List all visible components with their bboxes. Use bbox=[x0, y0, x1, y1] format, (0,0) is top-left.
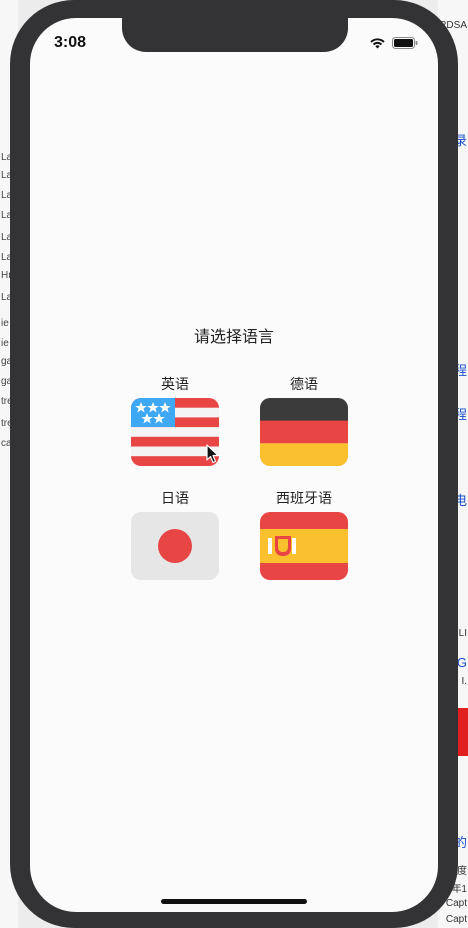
spain-flag-icon[interactable] bbox=[260, 512, 348, 580]
background-text: I. bbox=[461, 676, 467, 687]
background-text: ie bbox=[1, 338, 9, 349]
language-label-english: 英语 bbox=[161, 377, 189, 393]
background-text: ie bbox=[1, 318, 9, 329]
background-link: G bbox=[456, 655, 467, 670]
home-indicator[interactable] bbox=[161, 899, 307, 904]
background-text: Capt bbox=[445, 898, 467, 909]
status-time: 3:08 bbox=[54, 34, 87, 51]
notch bbox=[122, 18, 348, 52]
phone-frame: 3:08 请选择语言 英语 德语 日语 西班牙语 bbox=[10, 0, 458, 928]
language-label-japanese: 日语 bbox=[161, 491, 189, 507]
japan-flag-icon[interactable] bbox=[131, 512, 219, 580]
status-icons bbox=[369, 37, 418, 49]
language-label-german: 德语 bbox=[290, 377, 318, 393]
phone-screen: 3:08 请选择语言 英语 德语 日语 西班牙语 bbox=[30, 18, 438, 912]
page-title: 请选择语言 bbox=[193, 327, 274, 346]
background-text: Capt bbox=[445, 914, 467, 925]
germany-flag-icon[interactable] bbox=[260, 398, 348, 466]
battery-icon bbox=[392, 37, 418, 49]
wifi-icon bbox=[370, 38, 385, 49]
background-text: 度 bbox=[457, 866, 467, 877]
mouse-cursor-icon bbox=[206, 444, 219, 464]
language-label-spanish: 西班牙语 bbox=[276, 491, 332, 507]
background-text: LI bbox=[458, 628, 467, 639]
